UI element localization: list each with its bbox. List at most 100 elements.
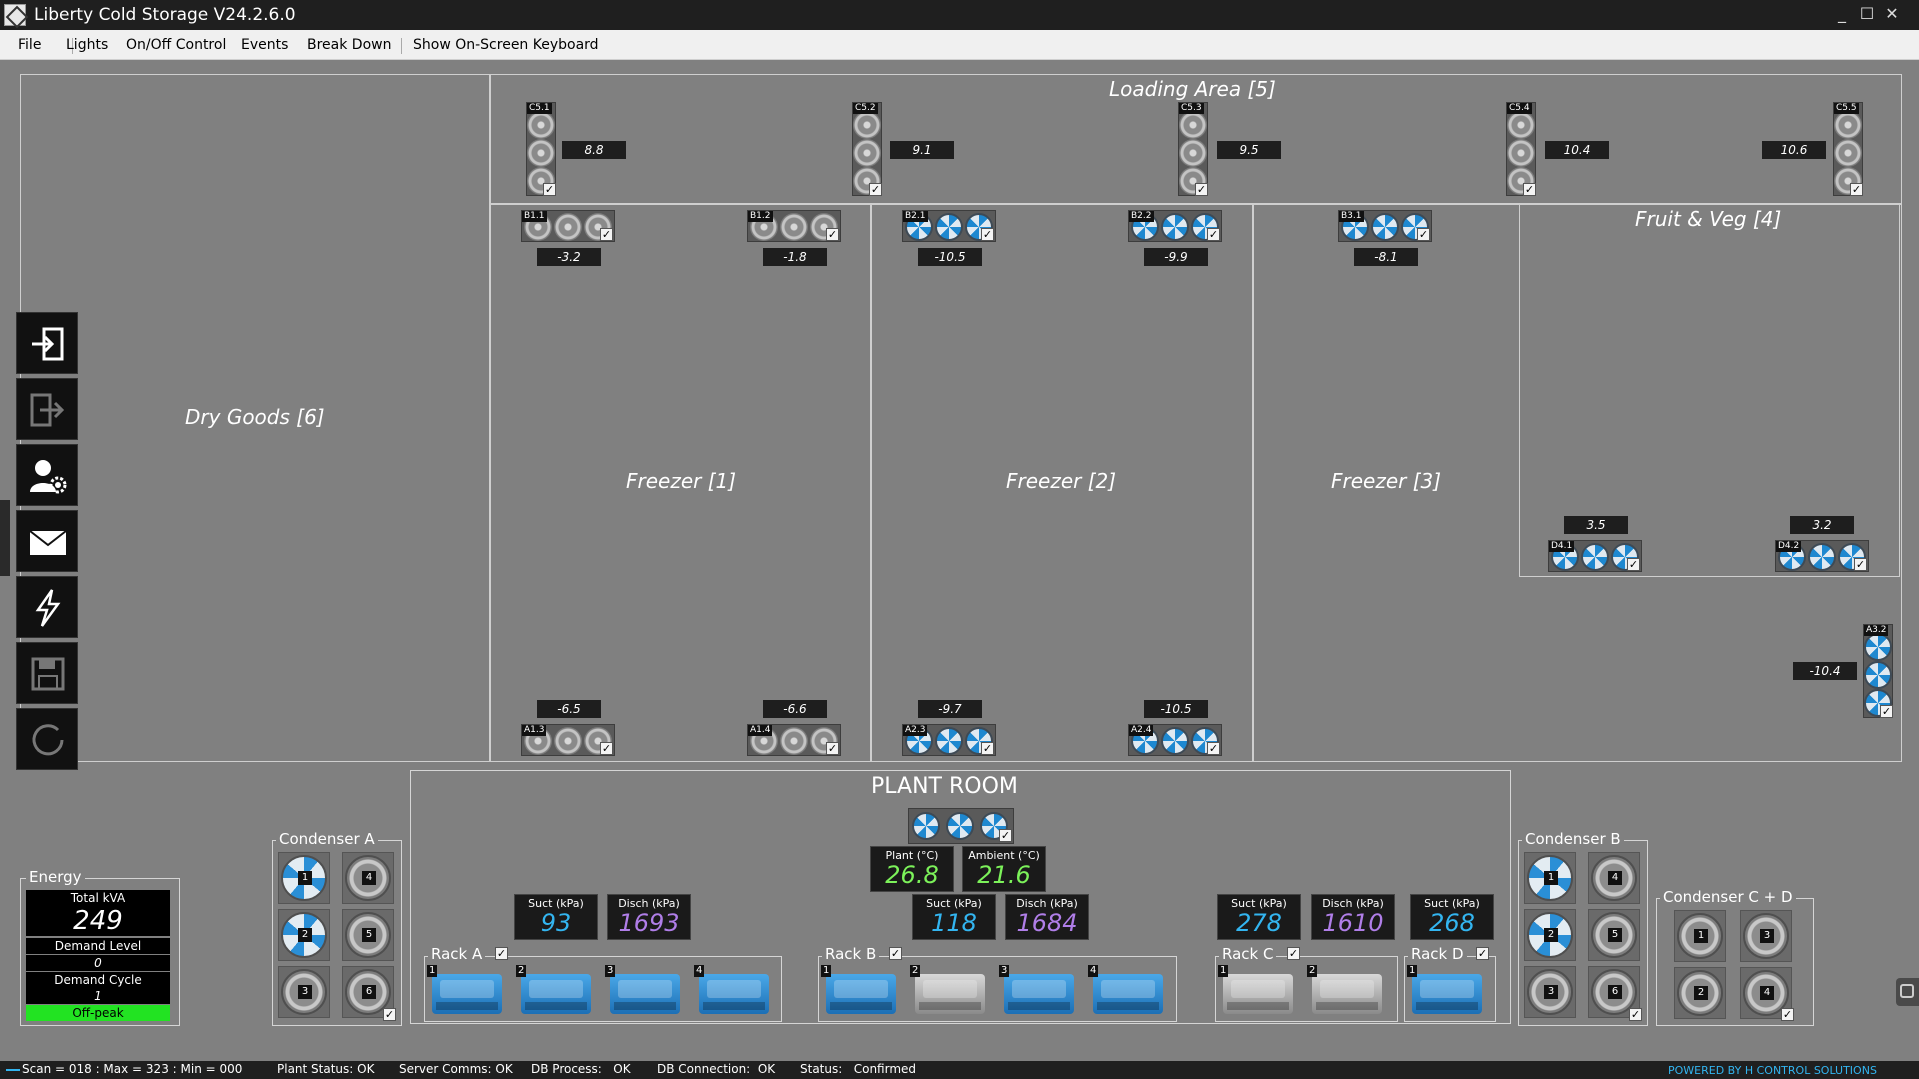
rack-b-suction-gauge: Suct (kPa) 118 bbox=[912, 894, 996, 940]
cooler-c5-3-checkbox[interactable]: ✓ bbox=[1195, 183, 1208, 196]
rack-c-checkbox[interactable]: ✓ bbox=[1287, 947, 1300, 960]
plant-room-fan-unit[interactable]: ✓ bbox=[908, 808, 1014, 844]
evaporator-a1-4-temp: -6.6 bbox=[763, 700, 827, 718]
evaporator-a3-2-checkbox[interactable]: ✓ bbox=[1880, 705, 1893, 718]
cooler-unit-c5-2[interactable]: C5.2 ✓ bbox=[852, 102, 882, 196]
evaporator-a2-4[interactable]: A2.4 ✓ bbox=[1128, 724, 1222, 756]
rack-a-checkbox[interactable]: ✓ bbox=[495, 947, 508, 960]
cooler-c5-5-checkbox[interactable]: ✓ bbox=[1850, 183, 1863, 196]
cooler-unit-c5-4[interactable]: C5.4 ✓ bbox=[1506, 102, 1536, 196]
rack-b-compressor-4[interactable]: 4 bbox=[1087, 964, 1169, 1018]
cooler-c5-4-checkbox[interactable]: ✓ bbox=[1523, 183, 1536, 196]
condenser-b-fan-1[interactable]: 1 bbox=[1524, 852, 1576, 904]
menu-file[interactable]: File bbox=[18, 37, 41, 53]
cooler-c5-1-checkbox[interactable]: ✓ bbox=[543, 183, 556, 196]
rack-b-compressor-1[interactable]: 1 bbox=[820, 964, 902, 1018]
rack-b-checkbox[interactable]: ✓ bbox=[889, 947, 902, 960]
refresh-button[interactable] bbox=[16, 708, 78, 770]
maximize-button[interactable]: ☐ bbox=[1855, 2, 1879, 26]
condenser-a-checkbox[interactable]: ✓ bbox=[383, 1008, 396, 1021]
evaporator-b3-1-temp: -8.1 bbox=[1354, 248, 1418, 266]
rack-b-compressor-2[interactable]: 2 bbox=[909, 964, 991, 1018]
messages-button[interactable] bbox=[16, 510, 78, 572]
evaporator-b1-1[interactable]: B1.1 ✓ bbox=[521, 210, 615, 242]
rack-a-compressor-1[interactable]: 1 bbox=[426, 964, 508, 1018]
condenser-b-fan-2[interactable]: 2 bbox=[1524, 909, 1576, 961]
rack-a-compressor-4[interactable]: 4 bbox=[693, 964, 775, 1018]
evaporator-b2-2[interactable]: B2.2 ✓ bbox=[1128, 210, 1222, 242]
freezer-1-zone[interactable]: Freezer [1] bbox=[490, 204, 871, 762]
dry-goods-zone[interactable]: Dry Goods [6] bbox=[20, 74, 490, 762]
evaporator-a3-2[interactable]: A3.2 ✓ bbox=[1863, 624, 1893, 718]
condenser-b-checkbox[interactable]: ✓ bbox=[1629, 1008, 1642, 1021]
freezer-3-title: Freezer [3] bbox=[1331, 469, 1442, 493]
rack-a-compressor-3[interactable]: 3 bbox=[604, 964, 686, 1018]
evaporator-b3-1-checkbox[interactable]: ✓ bbox=[1417, 228, 1430, 241]
plant-room-fan-checkbox[interactable]: ✓ bbox=[999, 829, 1012, 842]
condenser-cd-checkbox[interactable]: ✓ bbox=[1781, 1008, 1794, 1021]
rack-d-compressor-1[interactable]: 1 bbox=[1406, 964, 1488, 1018]
condenser-b-fan-4[interactable]: 4 bbox=[1588, 852, 1640, 904]
login-button[interactable] bbox=[16, 312, 78, 374]
save-button[interactable] bbox=[16, 642, 78, 704]
cooler-unit-c5-5[interactable]: C5.5 ✓ bbox=[1833, 102, 1863, 196]
evaporator-a3-2-temp: -10.4 bbox=[1793, 662, 1857, 680]
condenser-b-fan-5[interactable]: 5 bbox=[1588, 909, 1640, 961]
evaporator-a2-3-checkbox[interactable]: ✓ bbox=[981, 742, 994, 755]
loading-area-title: Loading Area [5] bbox=[1109, 77, 1276, 101]
menu-break-down[interactable]: Break Down bbox=[307, 37, 391, 53]
evaporator-b1-1-checkbox[interactable]: ✓ bbox=[600, 228, 613, 241]
rack-c-suction-gauge: Suct (kPa) 278 bbox=[1217, 894, 1301, 940]
condenser-a-fan-5[interactable]: 5 bbox=[342, 909, 394, 961]
minimize-button[interactable]: _ bbox=[1830, 2, 1854, 26]
evaporator-a2-3[interactable]: A2.3 ✓ bbox=[902, 724, 996, 756]
evaporator-b3-1[interactable]: B3.1 ✓ bbox=[1338, 210, 1432, 242]
evaporator-d4-1-checkbox[interactable]: ✓ bbox=[1627, 558, 1640, 571]
evaporator-d4-2[interactable]: D4.2 ✓ bbox=[1775, 540, 1869, 572]
user-settings-button[interactable] bbox=[16, 444, 78, 506]
cooler-unit-c5-1[interactable]: C5.1 ✓ bbox=[526, 102, 556, 196]
freezer-2-zone[interactable]: Freezer [2] bbox=[871, 204, 1253, 762]
condenser-b-fan-3[interactable]: 3 bbox=[1524, 966, 1576, 1018]
window-title: Liberty Cold Storage V24.2.6.0 bbox=[34, 5, 296, 25]
evaporator-a1-4-checkbox[interactable]: ✓ bbox=[826, 742, 839, 755]
close-button[interactable]: ✕ bbox=[1880, 2, 1904, 26]
plant-room-title: PLANT ROOM bbox=[871, 774, 1018, 799]
evaporator-a1-3[interactable]: A1.3 ✓ bbox=[521, 724, 615, 756]
menu-on-off-control[interactable]: On/Off Control bbox=[126, 37, 226, 53]
rack-c-compressor-1[interactable]: 1 bbox=[1217, 964, 1299, 1018]
menu-events[interactable]: Events bbox=[241, 37, 288, 53]
evaporator-d4-2-checkbox[interactable]: ✓ bbox=[1854, 558, 1867, 571]
rack-c-compressor-2[interactable]: 2 bbox=[1306, 964, 1388, 1018]
rack-a-compressor-2[interactable]: 2 bbox=[515, 964, 597, 1018]
evaporator-b2-1-checkbox[interactable]: ✓ bbox=[981, 228, 994, 241]
evaporator-b2-2-checkbox[interactable]: ✓ bbox=[1207, 228, 1220, 241]
menu-lights[interactable]: Lights bbox=[66, 37, 108, 53]
condenser-cd-fan-1[interactable]: 1 bbox=[1674, 910, 1726, 962]
condenser-a-fan-1[interactable]: 1 bbox=[278, 852, 330, 904]
logout-button[interactable] bbox=[16, 378, 78, 440]
evaporator-b1-2[interactable]: B1.2 ✓ bbox=[747, 210, 841, 242]
evaporator-b1-2-checkbox[interactable]: ✓ bbox=[826, 228, 839, 241]
condenser-a-fan-3[interactable]: 3 bbox=[278, 966, 330, 1018]
evaporator-d4-1[interactable]: D4.1 ✓ bbox=[1548, 540, 1642, 572]
side-panel-toggle-button[interactable] bbox=[1896, 978, 1919, 1006]
evaporator-b2-1[interactable]: B2.1 ✓ bbox=[902, 210, 996, 242]
evaporator-a1-3-checkbox[interactable]: ✓ bbox=[600, 742, 613, 755]
rack-d-checkbox[interactable]: ✓ bbox=[1476, 947, 1489, 960]
sidebar-handle[interactable] bbox=[0, 500, 10, 576]
menu-show-keyboard[interactable]: Show On-Screen Keyboard bbox=[413, 37, 599, 53]
evaporator-a1-4[interactable]: A1.4 ✓ bbox=[747, 724, 841, 756]
evaporator-a2-4-temp: -10.5 bbox=[1144, 700, 1208, 718]
condenser-cd-fan-2[interactable]: 2 bbox=[1674, 967, 1726, 1019]
energy-button[interactable] bbox=[16, 576, 78, 638]
ambient-temp-gauge: Ambient (°C) 21.6 bbox=[962, 846, 1046, 892]
powered-by-label: POWERED BY H CONTROL SOLUTIONS bbox=[1668, 1064, 1877, 1077]
cooler-unit-c5-3[interactable]: C5.3 ✓ bbox=[1178, 102, 1208, 196]
evaporator-a2-4-checkbox[interactable]: ✓ bbox=[1207, 742, 1220, 755]
condenser-cd-fan-3[interactable]: 3 bbox=[1740, 910, 1792, 962]
rack-b-compressor-3[interactable]: 3 bbox=[998, 964, 1080, 1018]
condenser-a-fan-2[interactable]: 2 bbox=[278, 909, 330, 961]
condenser-a-fan-4[interactable]: 4 bbox=[342, 852, 394, 904]
cooler-c5-2-checkbox[interactable]: ✓ bbox=[869, 183, 882, 196]
